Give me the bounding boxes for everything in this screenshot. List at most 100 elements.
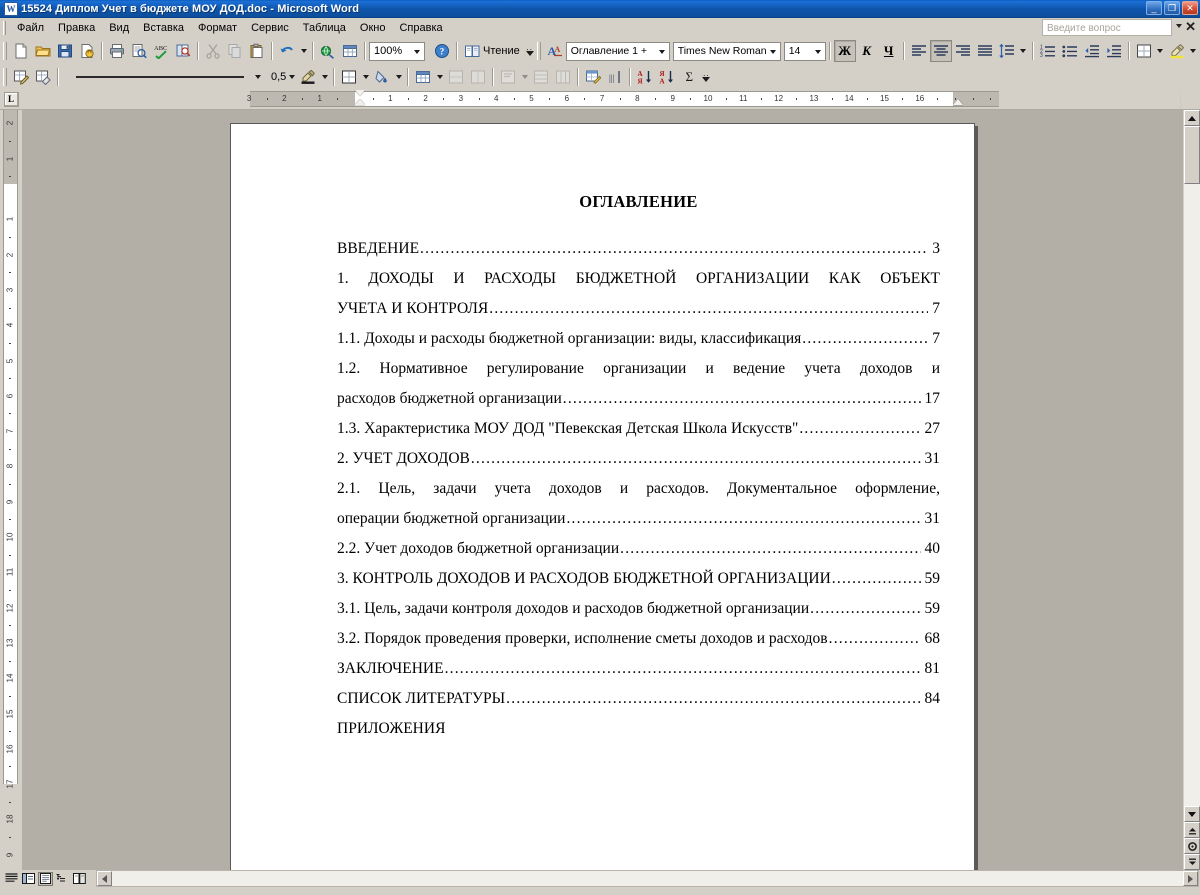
- distribute-columns-icon[interactable]: [552, 66, 574, 88]
- zoom-combo[interactable]: 100%: [369, 41, 425, 61]
- spelling-check-icon[interactable]: ABC: [150, 40, 172, 62]
- font-size-dropdown-arrow-icon[interactable]: [814, 49, 821, 54]
- border-color-dropdown-arrow-icon[interactable]: [319, 66, 330, 88]
- border-color-icon[interactable]: [297, 66, 319, 88]
- undo-icon[interactable]: [276, 40, 298, 62]
- toc-entry[interactable]: ЗАКЛЮЧЕНИЕ..............................…: [337, 654, 940, 684]
- first-line-indent-marker[interactable]: [355, 90, 365, 96]
- toc-entry[interactable]: 3.1. Цель, задачи контроля доходов и рас…: [337, 594, 940, 624]
- align-center-icon[interactable]: [929, 40, 952, 62]
- tables-toolbar-options-button[interactable]: ..: [700, 66, 712, 88]
- autosum-icon[interactable]: Σ: [678, 66, 700, 88]
- menu-help[interactable]: Справка: [392, 20, 449, 36]
- align-cell-dropdown-arrow-icon[interactable]: [519, 66, 530, 88]
- toc-entry[interactable]: 1.1. Доходы и расходы бюджетной организа…: [337, 324, 940, 354]
- bold-button[interactable]: Ж: [833, 40, 856, 62]
- font-dropdown-arrow-icon[interactable]: [769, 49, 776, 54]
- menu-format[interactable]: Формат: [191, 20, 244, 36]
- insert-hyperlink-icon[interactable]: [317, 40, 339, 62]
- outline-view-button[interactable]: [55, 872, 70, 886]
- insert-table-dropdown-arrow-icon[interactable]: [434, 66, 445, 88]
- toc-entry[interactable]: УЧЕТА И КОНТРОЛЯ........................…: [337, 294, 940, 324]
- highlight-dropdown-arrow-icon[interactable]: [1188, 40, 1199, 62]
- vertical-scroll-thumb[interactable]: [1184, 126, 1200, 184]
- align-left-icon[interactable]: [908, 40, 930, 62]
- undo-dropdown-arrow-icon[interactable]: [298, 40, 309, 62]
- increase-indent-icon[interactable]: [1103, 40, 1125, 62]
- sort-descending-icon[interactable]: ЯA: [656, 66, 678, 88]
- align-right-icon[interactable]: [952, 40, 974, 62]
- merge-cells-icon[interactable]: [445, 66, 467, 88]
- vertical-ruler[interactable]: 2 1 1 2 3 4 5 6 7 8 9 10 11 12 13 14 15 16 17 18 9: [0, 110, 22, 870]
- table-of-contents[interactable]: ОГЛАВЛЕНИЕ ВВЕДЕНИЕ.....................…: [337, 192, 940, 744]
- toc-entry[interactable]: ВВЕДЕНИЕ................................…: [337, 234, 940, 264]
- scroll-left-button[interactable]: [97, 871, 112, 886]
- line-style-dropdown-arrow-icon[interactable]: [252, 66, 263, 88]
- tab-stop-selector[interactable]: L: [0, 90, 22, 109]
- menu-insert[interactable]: Вставка: [136, 20, 191, 36]
- permission-icon[interactable]: [76, 40, 98, 62]
- toolbar-options-button[interactable]: ..: [524, 40, 536, 62]
- draw-table-icon[interactable]: [10, 66, 32, 88]
- normal-view-button[interactable]: [4, 872, 19, 886]
- line-spacing-dropdown-arrow-icon[interactable]: [1018, 40, 1029, 62]
- close-button[interactable]: ✕: [1182, 1, 1198, 15]
- highlight-color-icon[interactable]: [1166, 40, 1188, 62]
- previous-page-button[interactable]: [1184, 822, 1200, 838]
- vertical-scrollbar[interactable]: [1183, 110, 1200, 870]
- style-dropdown-arrow-icon[interactable]: [658, 49, 665, 54]
- menu-view[interactable]: Вид: [102, 20, 136, 36]
- font-combo[interactable]: Times New Roman: [672, 41, 781, 61]
- left-indent-marker[interactable]: [355, 99, 365, 105]
- shading-color-icon[interactable]: [371, 66, 393, 88]
- scroll-right-button[interactable]: [1183, 871, 1198, 886]
- menu-file[interactable]: Файл: [10, 20, 51, 36]
- ask-dropdown-arrow-icon[interactable]: [1176, 24, 1182, 28]
- restore-button[interactable]: ❐: [1164, 1, 1180, 15]
- new-document-icon[interactable]: [10, 40, 32, 62]
- standard-toolbar-grip[interactable]: [3, 42, 7, 60]
- toc-entry[interactable]: 1.3. Характеристика МОУ ДОД "Певекская Д…: [337, 414, 940, 444]
- distribute-rows-icon[interactable]: [530, 66, 552, 88]
- shading-color-dropdown-arrow-icon[interactable]: [393, 66, 404, 88]
- font-size-combo[interactable]: 14: [783, 41, 826, 61]
- toc-entry[interactable]: операции бюджетной организации..........…: [337, 504, 940, 534]
- borders-dropdown-arrow-icon[interactable]: [1155, 40, 1166, 62]
- open-folder-icon[interactable]: [32, 40, 54, 62]
- toc-entry[interactable]: 3. КОНТРОЛЬ ДОХОДОВ И РАСХОДОВ БЮДЖЕТНОЙ…: [337, 564, 940, 594]
- zoom-dropdown-arrow-icon[interactable]: [414, 49, 420, 54]
- italic-button[interactable]: К: [856, 40, 878, 62]
- toc-entry-line[interactable]: 2.1. Цель, задачи учета доходов и расход…: [337, 474, 940, 504]
- toc-entry-line[interactable]: 1.2. Нормативное регулирование организац…: [337, 354, 940, 384]
- paste-icon[interactable]: [246, 40, 268, 62]
- line-weight-dropdown-arrow-icon[interactable]: [286, 66, 297, 88]
- insert-table-icon[interactable]: [412, 66, 434, 88]
- menu-window[interactable]: Окно: [353, 20, 393, 36]
- outside-borders-icon[interactable]: [338, 66, 360, 88]
- bulleted-list-icon[interactable]: [1059, 40, 1081, 62]
- ask-a-question-input[interactable]: Введите вопрос: [1042, 19, 1172, 36]
- close-document-button[interactable]: ✕: [1185, 20, 1196, 34]
- save-icon[interactable]: [54, 40, 76, 62]
- horizontal-ruler[interactable]: 3 2 1 1 2 3 4 5 6 7 8 9 10 11 12 13 14 15 16: [22, 90, 1180, 109]
- document-canvas[interactable]: ОГЛАВЛЕНИЕ ВВЕДЕНИЕ.....................…: [22, 110, 1183, 870]
- print-icon[interactable]: [106, 40, 128, 62]
- minimize-button[interactable]: _: [1146, 1, 1162, 15]
- print-layout-view-button[interactable]: [38, 871, 53, 886]
- align-cell-icon[interactable]: [497, 66, 519, 88]
- toc-entry[interactable]: ПРИЛОЖЕНИЯ: [337, 714, 940, 744]
- copy-icon[interactable]: [224, 40, 246, 62]
- horizontal-scroll-track[interactable]: [112, 871, 1183, 886]
- next-page-button[interactable]: [1184, 854, 1200, 870]
- horizontal-scrollbar[interactable]: [96, 870, 1199, 887]
- line-style-combo[interactable]: [62, 66, 252, 88]
- table-autoformat-icon[interactable]: [582, 66, 604, 88]
- insert-table-icon[interactable]: [339, 40, 361, 62]
- right-indent-marker[interactable]: [953, 99, 963, 105]
- menu-tools[interactable]: Сервис: [244, 20, 296, 36]
- sort-ascending-icon[interactable]: AЯ: [634, 66, 656, 88]
- toc-entry[interactable]: 3.2. Порядок проведения проверки, исполн…: [337, 624, 940, 654]
- menu-table[interactable]: Таблица: [296, 20, 353, 36]
- document-page[interactable]: ОГЛАВЛЕНИЕ ВВЕДЕНИЕ.....................…: [230, 123, 975, 870]
- toc-entry[interactable]: 2. УЧЕТ ДОХОДОВ.........................…: [337, 444, 940, 474]
